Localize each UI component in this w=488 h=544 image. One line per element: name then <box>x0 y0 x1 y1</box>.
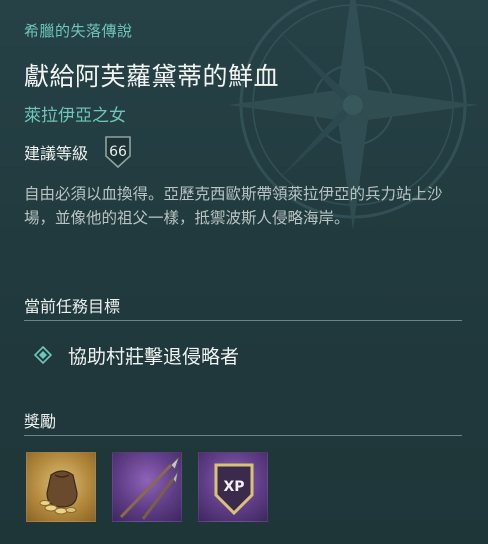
objectives-heading: 當前任務目標 <box>24 297 121 316</box>
coin-pouch-icon <box>39 470 78 515</box>
xp-label: XP <box>223 479 245 495</box>
quest-title: 獻給阿芙蘿黛蒂的鮮血 <box>24 62 280 91</box>
rewards-divider <box>24 435 462 436</box>
objectives-divider <box>24 320 462 321</box>
reward-coin-pouch[interactable] <box>26 452 96 522</box>
quest-description: 自由必須以血換得。亞歷克西歐斯帶領萊拉伊亞的兵力站上沙場，並像他的祖父一樣，抵禦… <box>24 185 443 227</box>
rewards-heading: 獎勵 <box>24 412 57 431</box>
level-label: 建議等級 <box>24 144 89 163</box>
quest-category: 希臘的失落傳說 <box>24 22 133 40</box>
rewards-list: XP <box>26 452 268 522</box>
objective-item[interactable]: 協助村莊擊退侵略者 <box>34 340 239 370</box>
spear-icon <box>119 456 180 520</box>
diamond-marker-icon <box>34 346 52 364</box>
reward-spear[interactable] <box>112 452 182 522</box>
level-value: 66 <box>109 144 127 160</box>
reward-xp[interactable]: XP <box>198 452 268 522</box>
objective-text: 協助村莊擊退侵略者 <box>68 345 240 368</box>
quest-panel: 希臘的失落傳說 獻給阿芙蘿黛蒂的鮮血 萊拉伊亞之女 建議等級 66 自由必須以血… <box>0 0 488 544</box>
quest-subtitle: 萊拉伊亞之女 <box>24 106 126 126</box>
recommended-level: 建議等級 66 <box>24 134 134 170</box>
level-shield-badge: 66 <box>102 134 134 170</box>
